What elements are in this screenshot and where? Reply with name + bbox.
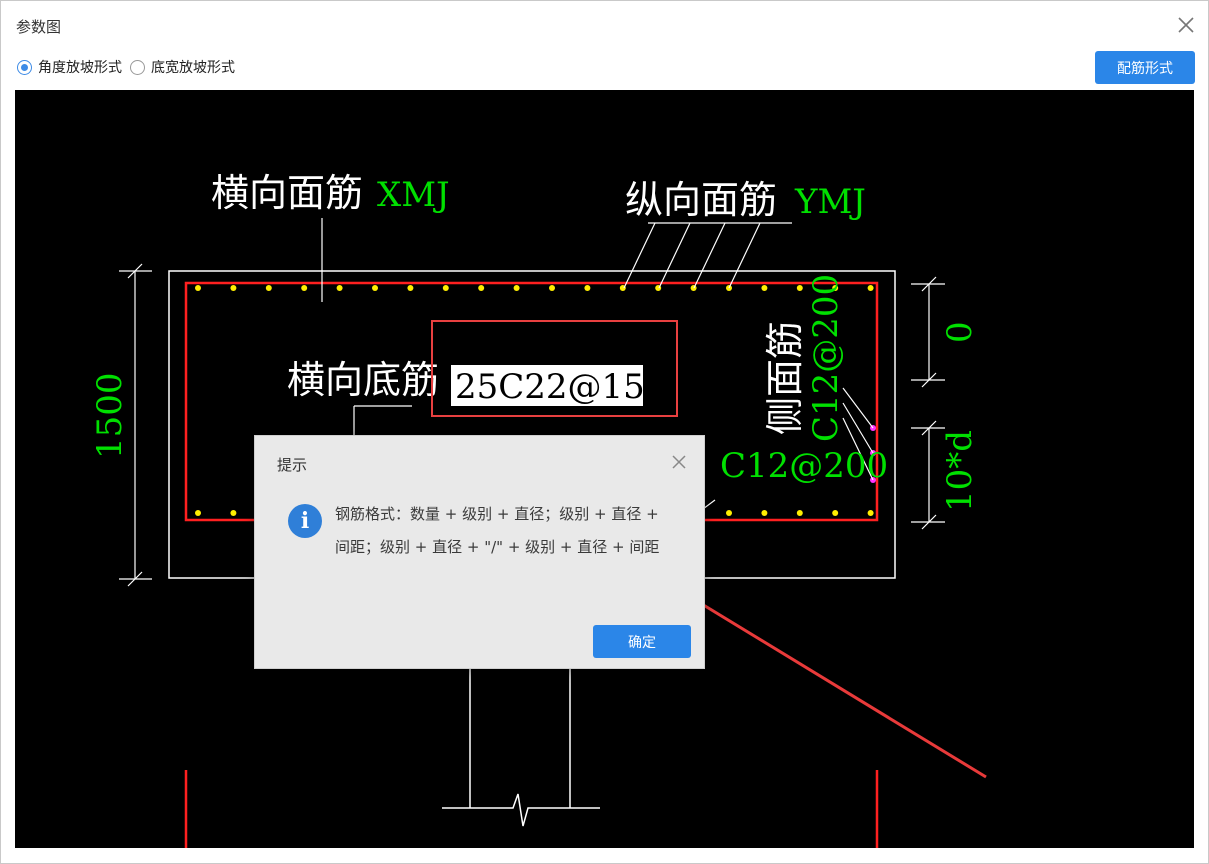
dim-height-label: 1500 — [90, 372, 130, 459]
value-side: C12@200 — [806, 274, 846, 442]
top-rebar-dots — [195, 285, 874, 291]
dialog-title: 提示 — [277, 456, 308, 474]
rebar-dot — [230, 285, 237, 291]
dim-cover-label: 0 — [940, 321, 980, 343]
rebar-dot — [442, 285, 449, 291]
dialog-message: 钢筋格式：数量 + 级别 + 直径；级别 + 直径 + 间距；级别 + 直径 +… — [335, 505, 660, 556]
rebar-dot — [195, 510, 201, 516]
rebar-dot — [796, 510, 803, 516]
close-icon[interactable] — [1176, 15, 1196, 35]
rebar-dot — [796, 285, 803, 291]
leader-line — [728, 222, 761, 289]
rebar-dot — [690, 285, 697, 291]
rebar-dot — [230, 510, 237, 516]
radio-bottom-width-slope[interactable]: 底宽放坡形式 — [130, 57, 235, 77]
rebar-dot — [867, 285, 874, 291]
radio-label: 角度放坡形式 — [38, 60, 122, 76]
dim-bottom-label: 10*d — [940, 430, 980, 512]
label-longitudinal-top: 纵向面筋 — [625, 178, 777, 222]
close-icon[interactable] — [670, 453, 688, 471]
rebar-dot — [478, 285, 485, 291]
rebar-dot — [549, 285, 555, 291]
rebar-dot — [407, 285, 414, 291]
label-transverse-top: 横向面筋 — [211, 171, 363, 215]
rebar-dot — [726, 510, 732, 516]
rebar-dot — [301, 285, 308, 291]
break-line — [442, 793, 600, 827]
value-side-bottom: C12@200 — [720, 446, 888, 486]
code-transverse-top: XMJ — [377, 175, 450, 215]
leader-line — [693, 222, 726, 289]
value-transverse-bottom: 25C22@150 — [455, 367, 666, 407]
code-longitudinal-top: YMJ — [794, 182, 866, 222]
rebar-dot — [513, 285, 520, 291]
ok-button[interactable]: 确定 — [593, 625, 691, 658]
rebar-dot — [584, 285, 591, 291]
rebar-dot — [761, 510, 768, 516]
rebar-dot — [867, 510, 874, 516]
slope-mode-group: 角度放坡形式 底宽放坡形式 — [17, 57, 243, 77]
rebar-dot — [832, 510, 839, 516]
window-title: 参数图 — [16, 18, 62, 36]
rebar-dot — [761, 285, 768, 291]
radio-angle-slope[interactable]: 角度放坡形式 — [17, 57, 122, 77]
label-transverse-bottom: 横向底筋 — [287, 358, 439, 402]
rebar-dot — [336, 285, 343, 291]
leader-line — [658, 222, 691, 289]
radio-indicator — [130, 59, 145, 75]
radio-label: 底宽放坡形式 — [151, 60, 235, 76]
annotation-arrow — [686, 593, 987, 779]
tip-dialog: 提示 i 钢筋格式：数量 + 级别 + 直径；级别 + 直径 + 间距；级别 +… — [254, 435, 705, 669]
radio-indicator — [17, 59, 32, 75]
rebar-dot — [265, 285, 272, 291]
leader-line — [623, 222, 656, 289]
info-icon: i — [288, 504, 322, 538]
leader-side — [842, 387, 874, 429]
label-side: 侧面筋 — [763, 321, 807, 435]
rebar-dot — [372, 285, 378, 291]
rebar-dot — [195, 285, 201, 291]
rebar-config-button[interactable]: 配筋形式 — [1095, 51, 1195, 84]
